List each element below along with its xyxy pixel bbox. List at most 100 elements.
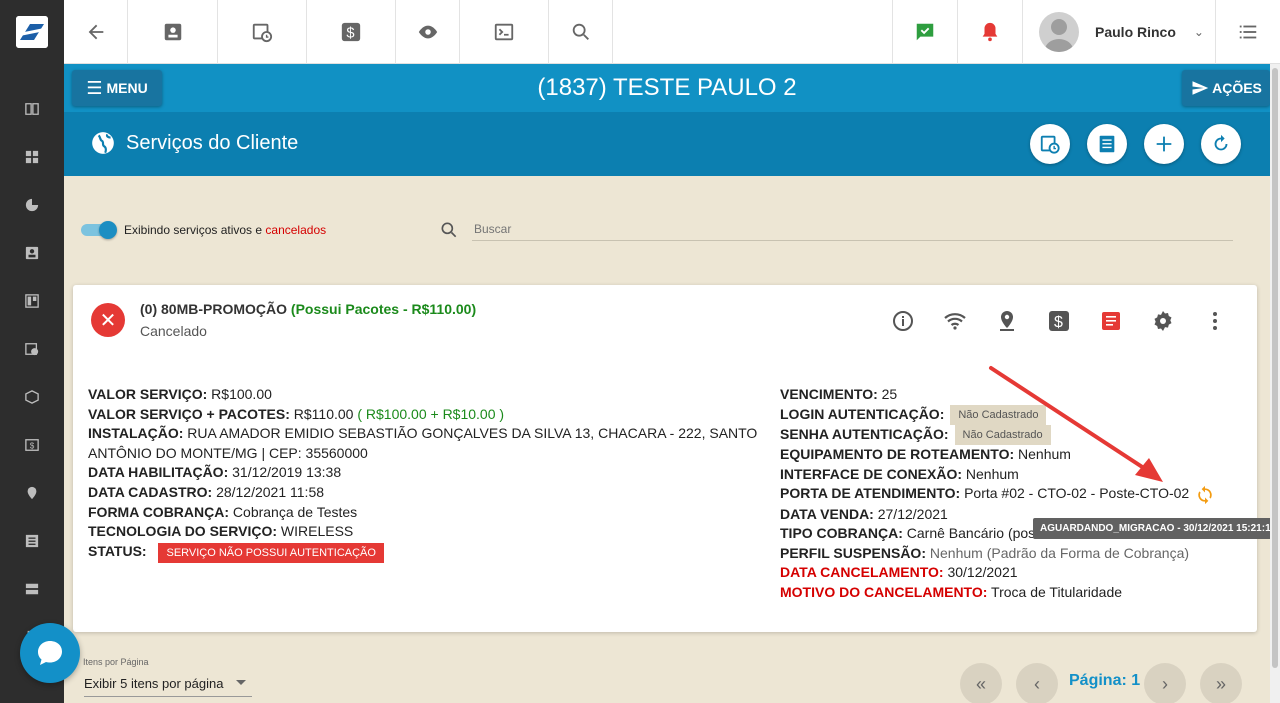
section-title-text: Serviços do Cliente (126, 131, 299, 154)
avatar (1039, 12, 1079, 52)
actions-button[interactable]: AÇÕES (1182, 70, 1270, 106)
list-menu-button[interactable] (1216, 0, 1280, 64)
list-icon[interactable] (0, 517, 64, 565)
view-button[interactable] (396, 0, 460, 64)
field-value: Cobrança de Testes (232, 503, 358, 520)
gear-icon (1154, 311, 1172, 331)
chat-button[interactable] (20, 623, 80, 683)
annotation-arrow (989, 366, 1163, 482)
back-button[interactable] (64, 0, 128, 64)
field-value: 28/12/2021 11:58 (216, 483, 325, 500)
chevron-right-icon: › (1162, 673, 1168, 694)
chevron-down-icon: ⌄ (1193, 25, 1204, 39)
field-value: Carnê Bancário (postec (906, 525, 1054, 542)
bell-alert-icon (982, 22, 998, 42)
current-page-label: Página: 1 (1069, 672, 1141, 689)
field-label: MOTIVO DO CANCELAMENTO: (780, 584, 988, 601)
actions-label: AÇÕES (1212, 80, 1262, 96)
per-page-select[interactable]: Exibir 5 itens por página (84, 676, 252, 697)
contact-card-icon[interactable] (0, 229, 64, 277)
service-status: Cancelado (140, 323, 207, 339)
field-value: RUA AMADOR EMIDIO SEBASTIÃO GONÇALVES DA… (88, 425, 758, 461)
more-options-button[interactable] (1203, 308, 1255, 334)
field-value: R$100.00 (211, 386, 272, 402)
list-icon (1239, 25, 1257, 39)
previous-page-button[interactable]: ‹ (1016, 663, 1058, 703)
terminal-button[interactable] (460, 0, 549, 64)
server-icon[interactable] (0, 565, 64, 613)
page-header: ☰ MENU (1837) TESTE PAULO 2 AÇÕES Serviç… (64, 64, 1270, 176)
wifi-icon (944, 313, 966, 330)
contract-button[interactable] (1099, 308, 1151, 334)
alerts-button[interactable] (958, 0, 1023, 64)
field-label: FORMA COBRANÇA: (88, 503, 230, 520)
double-chevron-left-icon: « (975, 673, 986, 694)
book-icon[interactable] (0, 85, 64, 133)
field-value: 30/12/2021 (947, 564, 1018, 581)
field-label: EQUIPAMENTO DE ROTEAMENTO: (780, 446, 1015, 463)
eye-icon (418, 25, 437, 39)
status-badge: SERVIÇO NÃO POSSUI AUTENTICAÇÃO (158, 542, 384, 563)
sync-icon[interactable] (1195, 485, 1215, 505)
wifi-button[interactable] (943, 308, 995, 334)
box-icon[interactable] (0, 373, 64, 421)
toggle-label-text: Exibindo serviços ativos e (124, 223, 266, 237)
first-page-button[interactable]: « (960, 663, 1002, 703)
field-label: PERFIL SUSPENSÃO: (780, 544, 926, 561)
field-label: DATA HABILITAÇÃO: (88, 464, 229, 481)
messages-button[interactable] (893, 0, 958, 64)
location-button[interactable] (995, 308, 1047, 334)
search-underline (472, 240, 1233, 241)
service-report-button[interactable] (1087, 124, 1127, 164)
next-page-button[interactable]: › (1144, 663, 1186, 703)
finance-button[interactable]: $ (1047, 308, 1099, 334)
per-page-value: Exibir 5 itens por página (84, 676, 224, 691)
field-value-detail: ( R$100.00 + R$10.00 ) (357, 405, 505, 422)
field-value: 25 (881, 386, 898, 402)
migration-tooltip: AGUARDANDO_MIGRACAO - 30/12/2021 15:21:1… (1033, 518, 1280, 539)
info-button[interactable] (891, 308, 943, 334)
schedule-button[interactable] (218, 0, 307, 64)
schedule-service-button[interactable] (1030, 124, 1070, 164)
calendar-clock-icon[interactable] (0, 325, 64, 373)
search-icon (572, 23, 589, 40)
toggle-label: Exibindo serviços ativos e cancelados (124, 223, 326, 237)
user-name: Paulo Rinco (1095, 24, 1176, 40)
field-label: VALOR SERVIÇO + PACOTES: (88, 405, 290, 422)
field-label: LOGIN AUTENTICAÇÃO: (780, 405, 945, 422)
dashboard-icon[interactable] (0, 277, 64, 325)
field-label: PORTA DE ATENDIMENTO: (780, 485, 961, 502)
contact-button[interactable] (128, 0, 218, 64)
globe-icon (92, 132, 114, 154)
arrow-left-icon (88, 24, 103, 40)
settings-button[interactable] (1151, 308, 1203, 334)
search-input[interactable] (474, 222, 1214, 236)
grid-icon[interactable] (0, 133, 64, 181)
service-name: (0) 80MB-PROMOÇÃO (Possui Pacotes - R$11… (140, 301, 476, 317)
top-toolbar: $ Paulo Rinco ⌄ (64, 0, 1280, 64)
add-service-button[interactable] (1144, 124, 1184, 164)
service-details-left: VALOR SERVIÇO: R$100.00 VALOR SERVIÇO + … (88, 385, 778, 563)
page-scrollbar[interactable] (1270, 64, 1280, 703)
show-canceled-toggle[interactable] (81, 221, 117, 239)
refresh-button[interactable] (1201, 124, 1241, 164)
map-pin-icon[interactable] (0, 469, 64, 517)
user-menu[interactable]: Paulo Rinco ⌄ (1023, 0, 1216, 64)
info-icon (893, 311, 913, 331)
toggle-label-canceled: cancelados (265, 223, 327, 237)
app-logo[interactable] (0, 0, 64, 64)
search-button[interactable] (549, 0, 613, 64)
svg-text:$: $ (1054, 314, 1063, 331)
canceled-status-icon: ✕ (91, 303, 125, 337)
field-label: TECNOLOGIA DO SERVIÇO: (88, 523, 278, 540)
money-icon[interactable]: $ (0, 421, 64, 469)
last-page-button[interactable]: » (1200, 663, 1242, 703)
finance-button[interactable]: $ (307, 0, 396, 64)
plus-icon (1156, 136, 1172, 152)
pie-chart-icon[interactable] (0, 181, 64, 229)
contact-card-icon (164, 23, 181, 41)
field-label: INSTALAÇÃO: (88, 425, 184, 442)
field-value: R$110.00 (293, 405, 354, 422)
search-icon (441, 222, 457, 238)
scrollbar-thumb[interactable] (1272, 68, 1278, 668)
